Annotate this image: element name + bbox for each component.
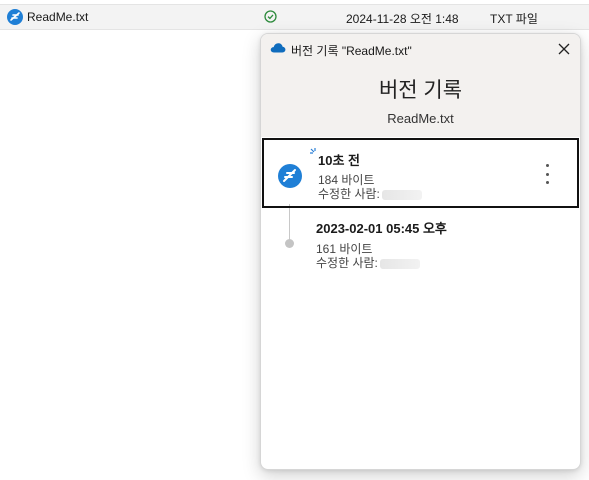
panel-heading: 버전 기록 [378,79,463,102]
panel-titlebar: 버전 기록 "ReadMe.txt" [261,34,580,64]
file-row[interactable]: ReadMe.txt 2024-11-28 오전 1:48 TXT 파일 [0,4,589,30]
version-item-current[interactable]: 10초 전 184 바이트 수정한 사람: [262,138,579,208]
version-history-panel: 버전 기록 "ReadMe.txt" 버전 기록 ReadMe.txt 10초 … [260,33,581,470]
panel-header: 버전 기록 "ReadMe.txt" 버전 기록 ReadMe.txt [261,34,580,137]
app-feather-icon [7,9,23,25]
app-feather-icon [278,164,302,188]
file-date: 2024-11-28 오전 1:48 [346,12,459,26]
version-item-older[interactable]: 2023-02-01 05:45 오후 161 바이트 수정한 사람: [262,210,579,280]
version-modified-by: 수정한 사람: [318,185,422,202]
file-type: TXT 파일 [490,12,538,26]
close-button[interactable] [554,39,574,59]
sync-check-icon [264,10,277,23]
onedrive-cloud-icon [270,43,286,53]
more-options-button[interactable] [541,164,553,184]
file-name: ReadMe.txt [27,10,89,24]
panel-subheading: ReadMe.txt [387,111,454,126]
version-modified-by: 수정한 사람: [316,254,420,271]
version-label: 2023-02-01 05:45 오후 [316,221,447,236]
panel-title: 버전 기록 "ReadMe.txt" [291,44,412,58]
close-icon [558,43,570,55]
version-label: 10초 전 [318,153,360,168]
